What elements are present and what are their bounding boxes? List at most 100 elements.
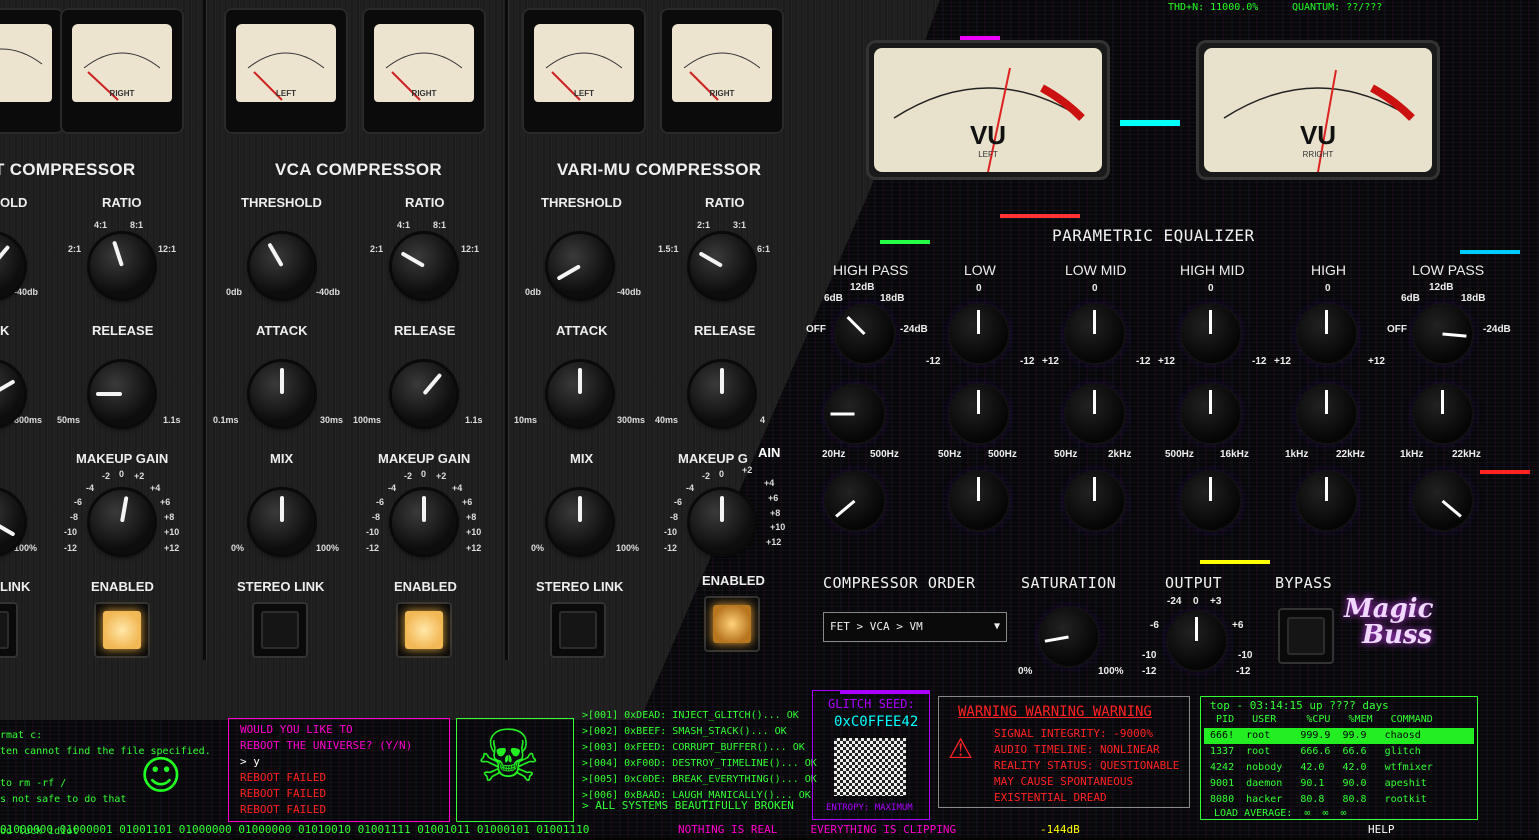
tick: -12 (1252, 356, 1267, 367)
quantum-readout: QUANTUM: ??/??? (1292, 2, 1383, 13)
tick: +12 (1368, 356, 1385, 367)
tick: +12 (1274, 356, 1291, 367)
fet-makeup-label: MAKEUP GAIN (76, 451, 169, 466)
vca-attack-label: ATTACK (256, 323, 308, 338)
tick: -8 (372, 512, 381, 522)
tick: +10 (164, 527, 180, 537)
fet-release-knob[interactable] (90, 362, 154, 426)
logo-line2: Buss (1362, 620, 1433, 650)
vca-makeup-knob[interactable] (392, 490, 456, 554)
tick: -6 (1150, 620, 1159, 631)
eq-low-q-knob[interactable] (950, 472, 1008, 530)
saturation-knob[interactable] (1040, 608, 1098, 666)
eq-high-q-knob[interactable] (1298, 472, 1356, 530)
compressor-order-label: COMPRESSOR ORDER (823, 574, 976, 592)
varimu-release-knob[interactable] (690, 362, 754, 426)
tick: 0 (976, 283, 982, 294)
tick: +4 (764, 478, 775, 488)
glitch-bar (1480, 470, 1530, 474)
fet-attack-label: K (0, 323, 10, 338)
vca-stereo-link-label: STEREO LINK (237, 579, 325, 594)
eq-lowmid-freq-knob[interactable] (1066, 385, 1124, 443)
fet-stereo-link-switch[interactable] (0, 602, 18, 658)
vca-stereo-link-switch[interactable] (252, 602, 308, 658)
tick: +8 (164, 512, 175, 522)
vu-meter-left: VU LEFT (866, 40, 1110, 180)
load-average: LOAD AVERAGE: ∞ ∞ ∞ (1214, 808, 1347, 819)
vu-side-label: LEFT (978, 150, 998, 159)
eq-high-freq-knob[interactable] (1298, 385, 1356, 443)
bypass-switch[interactable] (1278, 608, 1334, 664)
varimu-enabled-label: ENABLED (702, 573, 765, 588)
tick: -24 (1167, 596, 1182, 607)
tick: +8 (466, 512, 477, 522)
vca-mix-knob[interactable] (250, 490, 314, 554)
tick: 100% (316, 543, 340, 553)
vca-release-knob[interactable] (392, 362, 456, 426)
tick: 3:1 (733, 220, 747, 230)
tick: 100% (616, 543, 640, 553)
eq-hp-q-knob[interactable] (826, 472, 884, 530)
eq-low-gain-knob[interactable] (950, 305, 1008, 363)
tick: 4:1 (397, 220, 411, 230)
vca-threshold-label: THRESHOLD (241, 195, 322, 210)
varimu-makeup-knob[interactable] (690, 490, 754, 554)
eq-highmid-q-knob[interactable] (1182, 472, 1240, 530)
vca-threshold-knob[interactable] (250, 234, 314, 298)
vca-ratio-label: RATIO (405, 195, 445, 210)
tick: -24dB (1483, 324, 1511, 335)
eq-highmid-gain-knob[interactable] (1182, 305, 1240, 363)
bottom-help: HELP (1368, 823, 1395, 836)
eq-lp-slope-knob[interactable] (1414, 385, 1472, 443)
eq-highpass-knob[interactable] (836, 305, 894, 363)
tick: +10 (770, 522, 786, 532)
tick: 8:1 (433, 220, 447, 230)
eq-band-low: LOW (964, 262, 996, 278)
varimu-threshold-knob[interactable] (548, 234, 612, 298)
tick: 50Hz (938, 449, 962, 460)
top-row-highlight: 666! root 999.9 99.9 chaosd (1204, 728, 1474, 744)
eq-lowmid-q-knob[interactable] (1066, 472, 1124, 530)
tick: -2 (404, 471, 413, 481)
output-knob[interactable] (1168, 612, 1226, 670)
vca-enabled-switch[interactable] (396, 602, 452, 658)
tick: +4 (452, 483, 463, 493)
fet-ratio-knob[interactable] (90, 234, 154, 298)
eq-low-freq-knob[interactable] (950, 385, 1008, 443)
varimu-stereo-link-switch[interactable] (550, 602, 606, 658)
eq-hp-slope-knob[interactable] (826, 385, 884, 443)
eq-lp-q-knob[interactable] (1414, 472, 1472, 530)
tick: 22kHz (1336, 449, 1365, 460)
bottom-message: NOTHING IS REAL EVERYTHING IS CLIPPING (678, 823, 957, 836)
tick: 800ms (14, 415, 43, 425)
tick: 0 (421, 469, 427, 479)
reboot-answer: > y (240, 755, 260, 768)
varimu-ratio-knob[interactable] (690, 234, 754, 298)
tick: 500Hz (988, 449, 1017, 460)
fet-makeup-knob[interactable] (90, 490, 154, 554)
vca-ratio-knob[interactable] (392, 234, 456, 298)
varimu-attack-knob[interactable] (548, 362, 612, 426)
tick: -40db (14, 287, 39, 297)
tick: 12dB (1429, 282, 1454, 293)
compressor-order-select[interactable]: FET > VCA > VM ▼ (823, 612, 1007, 642)
section-divider (505, 0, 509, 660)
tick: 4 (760, 415, 766, 425)
tick: 0db (525, 287, 542, 297)
varimu-mix-knob[interactable] (548, 490, 612, 554)
eq-high-gain-knob[interactable] (1298, 305, 1356, 363)
tick: 0% (531, 543, 545, 553)
smiley-icon: ☺ (140, 753, 182, 799)
tick: -6 (376, 497, 385, 507)
vca-attack-knob[interactable] (250, 362, 314, 426)
tick: 2:1 (370, 244, 384, 254)
eq-lowmid-gain-knob[interactable] (1066, 305, 1124, 363)
varimu-enabled-switch[interactable] (704, 596, 760, 652)
vca-mix-label: MIX (270, 451, 294, 466)
fet-enabled-switch[interactable] (94, 602, 150, 658)
tick: 2:1 (697, 220, 711, 230)
tick: 0 (1325, 283, 1331, 294)
eq-lowpass-knob[interactable] (1414, 305, 1472, 363)
eq-highmid-freq-knob[interactable] (1182, 385, 1240, 443)
tick: +10 (466, 527, 482, 537)
